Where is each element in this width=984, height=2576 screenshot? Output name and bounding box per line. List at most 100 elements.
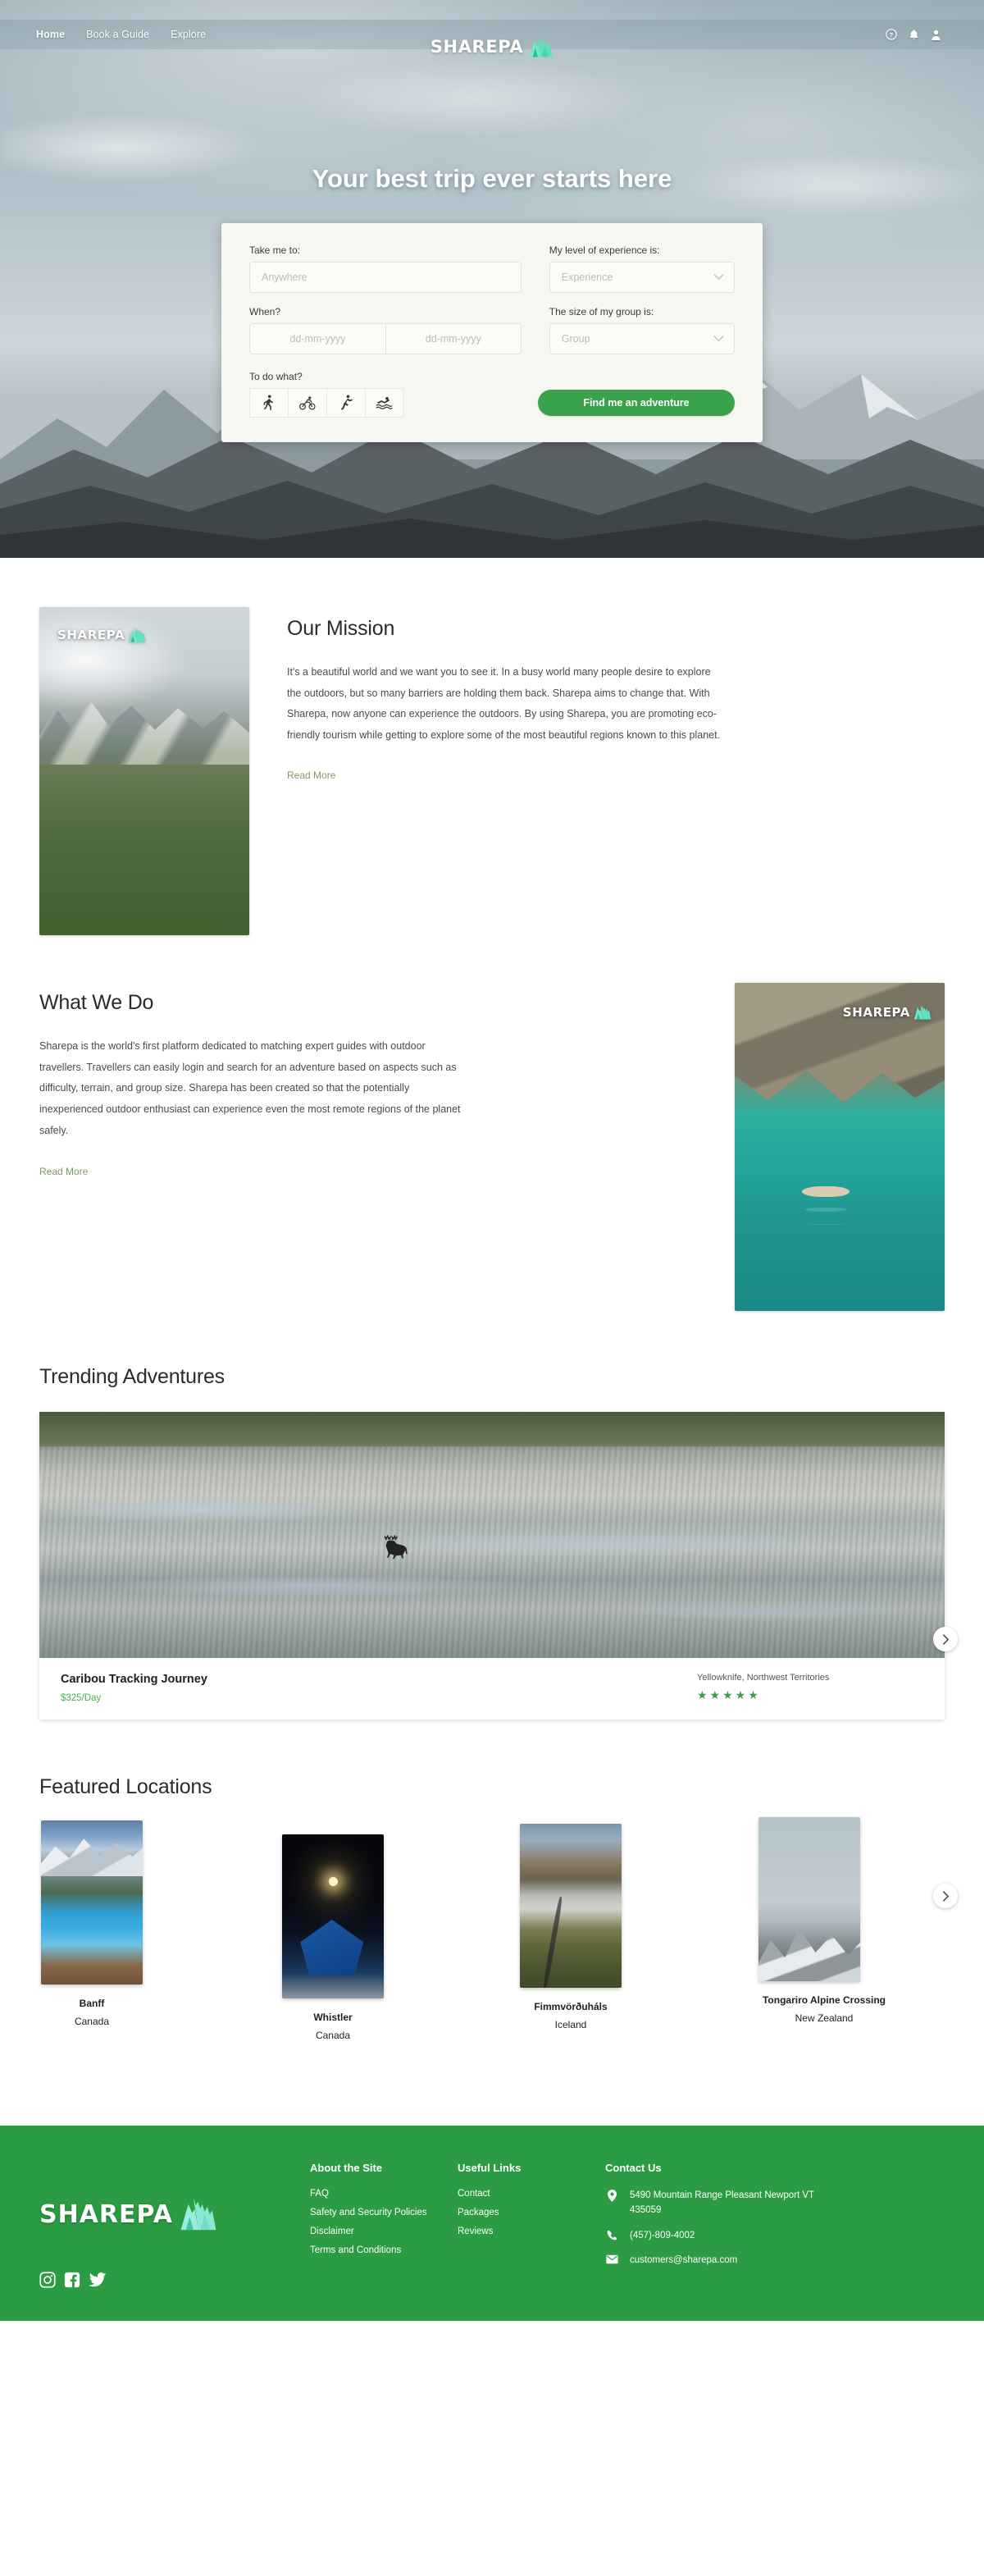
logo-wordmark: SHAREPA [57, 627, 125, 642]
footer-logo[interactable]: SHAREPA [39, 2198, 310, 2231]
footer-email-row: customers@sharepa.com [605, 2254, 818, 2268]
footer-link-terms-and-conditions[interactable]: Terms and Conditions [310, 2245, 458, 2255]
mission-section: SHAREPA Our Mission It's a beautiful wor… [0, 558, 984, 935]
logo-wordmark: SHAREPA [39, 2199, 173, 2229]
find-adventure-button[interactable]: Find me an adventure [538, 390, 735, 416]
mountain-trees-icon [180, 2198, 216, 2231]
caribou-silhouette [384, 1535, 408, 1560]
group-size-label: The size of my group is: [549, 306, 654, 317]
featured-location-card[interactable]: Tongariro Alpine Crossing New Zealand [758, 1817, 890, 2024]
nav-icon-group: ? [886, 29, 941, 41]
hero-logo[interactable]: SHAREPA [430, 36, 554, 57]
user-account-icon[interactable] [931, 29, 941, 41]
logo-wordmark: SHAREPA [430, 37, 524, 57]
mission-image: SHAREPA [39, 607, 249, 935]
group-size-field-block: The size of my group is: [549, 306, 735, 354]
footer-link-faq[interactable]: FAQ [310, 2189, 458, 2199]
featured-location-name: Whistler [313, 2012, 353, 2023]
site-footer: SHAREPA About the Site FAQ Safety and Se… [0, 2126, 984, 2321]
what-we-do-read-more-link[interactable]: Read More [39, 1166, 466, 1178]
featured-locations-section: Featured Locations Banff Canada Whistler… [0, 1720, 984, 2067]
climbing-icon[interactable] [326, 388, 365, 418]
adventure-card[interactable]: Caribou Tracking Journey $325/Day Yellow… [39, 1412, 958, 1720]
destination-label: Take me to: [249, 244, 301, 256]
cycling-icon[interactable] [288, 388, 326, 418]
twitter-icon[interactable] [89, 2272, 107, 2288]
facebook-icon[interactable] [64, 2272, 80, 2288]
footer-contact-heading: Contact Us [605, 2162, 662, 2174]
date-from-input[interactable] [249, 323, 385, 354]
featured-location-image [758, 1817, 860, 1981]
featured-location-card[interactable]: Banff Canada [41, 1820, 143, 2027]
nav-links: Home Book a Guide Explore [36, 29, 206, 40]
search-form-card: Take me to: When? My level of experience… [221, 223, 763, 442]
nav-link-home[interactable]: Home [36, 29, 65, 40]
page-root: Home Book a Guide Explore ? SHAREPA Your… [0, 0, 984, 2321]
location-pin-icon [605, 2189, 618, 2202]
mountain-trees-icon [913, 1004, 932, 1020]
activity-selector [249, 388, 510, 418]
footer-address-text: 5490 Mountain Range Pleasant Newport VT … [630, 2190, 814, 2215]
footer-link-reviews[interactable]: Reviews [458, 2227, 605, 2236]
featured-location-country: New Zealand [795, 2012, 854, 2024]
destination-input[interactable] [249, 262, 522, 293]
footer-useful-links-column: Useful Links Contact Packages Reviews [458, 2162, 605, 2288]
mountain-trees-icon [128, 627, 146, 642]
nav-link-explore[interactable]: Explore [171, 29, 206, 40]
adventure-rating-stars: ★★★★★ [697, 1688, 779, 1703]
footer-address-row: 5490 Mountain Range Pleasant Newport VT … [605, 2189, 818, 2218]
what-we-do-image: SHAREPA [735, 983, 945, 1311]
footer-link-safety-and-security-policies[interactable]: Safety and Security Policies [310, 2208, 458, 2217]
featured-locations-row: Banff Canada Whistler Canada Fimmvörðuhá… [39, 1817, 945, 2067]
footer-about-heading: About the Site [310, 2162, 383, 2174]
footer-phone-row: (457)-809-4002 [605, 2229, 818, 2244]
when-field-block: When? [249, 306, 522, 354]
swimming-icon[interactable] [365, 388, 403, 418]
group-size-select[interactable] [549, 323, 735, 354]
date-to-input[interactable] [385, 323, 522, 354]
adventure-card-image [39, 1412, 945, 1658]
page-title-mission: Our Mission [287, 617, 395, 640]
footer-link-packages[interactable]: Packages [458, 2208, 605, 2217]
featured-location-card[interactable]: Fimmvörðuháls Iceland [520, 1824, 622, 2030]
footer-link-contact[interactable]: Contact [458, 2189, 605, 2199]
mission-read-more-link[interactable]: Read More [287, 770, 722, 782]
what-we-do-body: Sharepa is the world's first platform de… [39, 1040, 461, 1136]
featured-next-arrow-button[interactable] [933, 1884, 958, 1908]
what-we-do-section: What We Do Sharepa is the world's first … [0, 935, 984, 1311]
mission-body: It's a beautiful world and we want you t… [287, 666, 721, 741]
destination-field-block: Take me to: [249, 244, 522, 293]
notifications-bell-icon[interactable] [909, 29, 919, 41]
featured-location-name: Banff [79, 1998, 105, 2009]
experience-label: My level of experience is: [549, 244, 660, 256]
footer-email-text[interactable]: customers@sharepa.com [630, 2254, 737, 2268]
adventure-price: $325/Day [61, 1693, 102, 1703]
experience-field-block: My level of experience is: [549, 244, 735, 293]
featured-location-image [282, 1834, 384, 1998]
star-rating-value: ★★★★★ [697, 1688, 761, 1701]
chevron-right-icon [942, 1890, 949, 1902]
mountain-trees-icon [530, 36, 554, 57]
trending-next-arrow-button[interactable] [933, 1627, 958, 1651]
nav-link-book-a-guide[interactable]: Book a Guide [86, 29, 149, 40]
chevron-right-icon [942, 1633, 949, 1645]
adventure-title: Caribou Tracking Journey [61, 1673, 207, 1686]
help-icon[interactable]: ? [886, 29, 897, 40]
trending-adventures-section: Trending Adventures Caribou Tracking Jou… [0, 1311, 984, 1720]
footer-phone-text[interactable]: (457)-809-4002 [630, 2229, 695, 2244]
hiking-icon[interactable] [249, 388, 288, 418]
instagram-icon[interactable] [39, 2272, 56, 2288]
adventure-card-info: Caribou Tracking Journey $325/Day Yellow… [39, 1658, 945, 1720]
featured-location-country: Canada [315, 2030, 351, 2041]
main-content: SHAREPA Our Mission It's a beautiful wor… [0, 558, 984, 2321]
hero-section: Home Book a Guide Explore ? SHAREPA Your… [0, 0, 984, 558]
experience-select[interactable] [549, 262, 735, 293]
logo-wordmark: SHAREPA [842, 1004, 910, 1020]
footer-link-disclaimer[interactable]: Disclaimer [310, 2227, 458, 2236]
footer-about-column: About the Site FAQ Safety and Security P… [310, 2162, 458, 2288]
featured-location-country: Iceland [554, 2019, 587, 2030]
when-label: When? [249, 306, 281, 317]
hero-headline: Your best trip ever starts here [312, 164, 672, 193]
footer-social-links [39, 2272, 310, 2288]
featured-location-card[interactable]: Whistler Canada [282, 1834, 384, 2041]
